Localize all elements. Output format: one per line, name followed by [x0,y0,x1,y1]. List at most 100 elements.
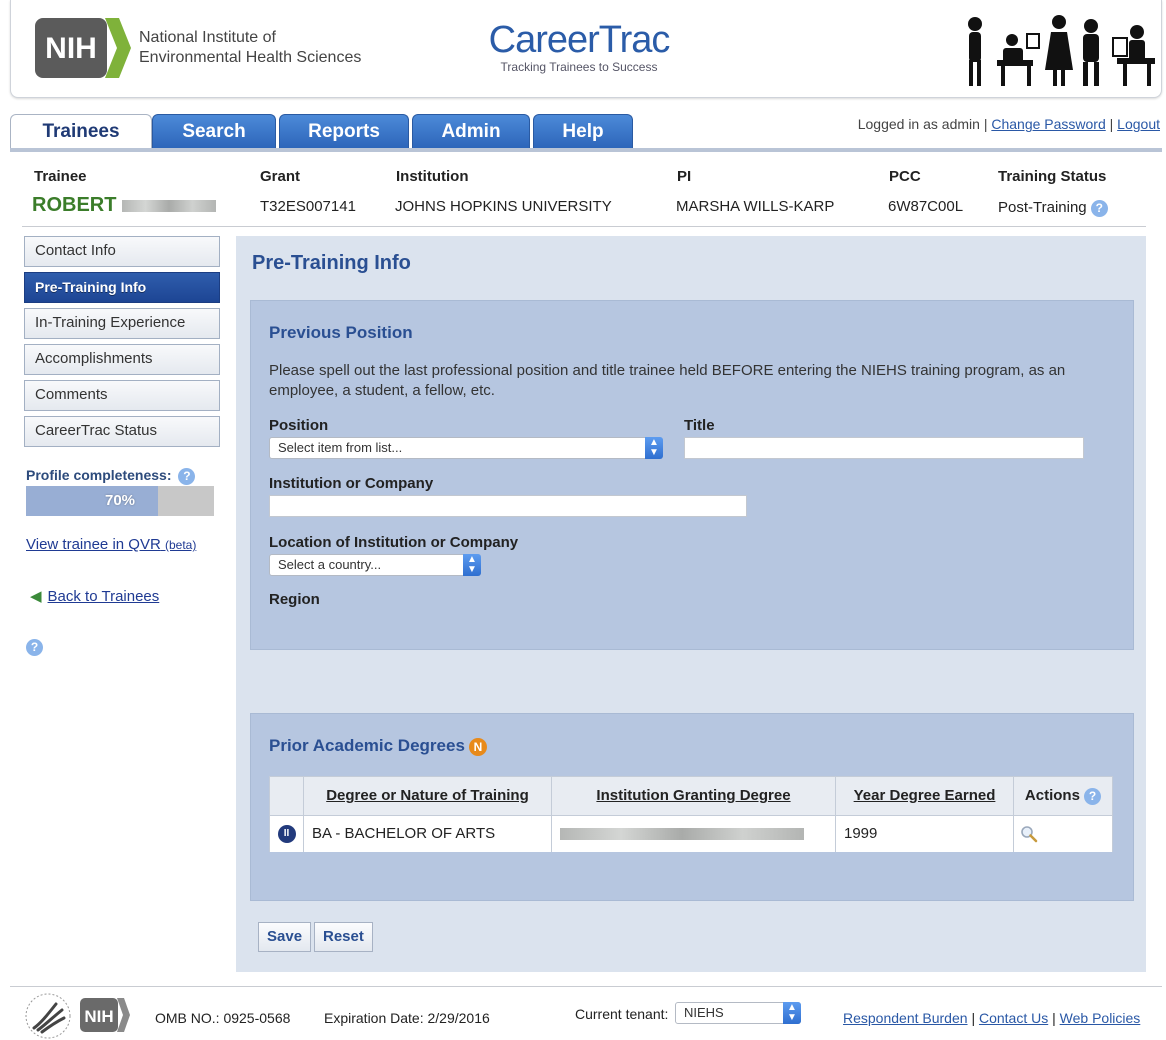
region-label: Region [269,591,320,608]
help-icon[interactable]: ? [26,638,43,656]
pi-value: MARSHA WILLS-KARP [676,198,835,215]
column-header-year[interactable]: Year Degree Earned [836,777,1014,815]
tab-underline [10,148,1162,152]
position-instructions: Please spell out the last professional p… [269,362,1066,399]
site-footer: NIH OMB NO.: 0925-0568 Expiration Date: … [0,990,1166,1040]
training-status-text: Post-Training [998,199,1087,216]
trainee-first-name: ROBERT [32,194,117,216]
institution-value: JOHNS HOPKINS UNIVERSITY [395,198,612,215]
row-year: 1999 [836,815,1014,852]
table-header-blank [270,777,304,815]
sidebar-item-contact-info[interactable]: Contact Info [24,236,220,267]
title-input[interactable] [684,437,1084,459]
institution-company-input[interactable] [269,495,747,517]
header-training-status: Training Status [998,168,1107,185]
qvr-link-wrap: View trainee in QVR (beta) [26,536,196,553]
prior-degrees-title-text: Prior Academic Degrees [269,736,465,755]
header-institution: Institution [396,168,469,185]
row-actions [1014,815,1112,852]
omb-number: OMB NO.: 0925-0568 [155,1010,291,1026]
actions-header-text: Actions [1024,787,1080,804]
position-select[interactable]: Select item from list... ▲ ▼ [269,437,663,459]
header-pcc: PCC [889,168,921,185]
redacted-institution [560,828,804,841]
institute-name: National Institute of Environmental Heal… [139,28,361,68]
institute-line1: National Institute of [139,29,276,46]
prior-degrees-panel: Prior Academic Degrees N Degree or Nature… [250,713,1134,901]
select-arrows-icon: ▲ ▼ [463,554,481,576]
logout-link[interactable]: Logout [1117,116,1160,132]
nih-logo: NIH [35,18,131,78]
previous-position-title: Previous Position [269,323,413,342]
training-status-value: Post-Training ? [998,199,1108,217]
back-link-wrap: ◀ Back to Trainees [30,587,159,605]
help-icon[interactable]: ? [178,467,196,485]
arrow-left-icon: ◀ [30,588,42,605]
app-title: CareerTrac [488,19,671,61]
profile-completeness-text: Profile completeness: [26,467,172,483]
view-qvr-link[interactable]: View trainee in QVR (beta) [26,536,196,553]
institution-company-label: Institution or Company [269,475,434,492]
column-header-degree[interactable]: Degree or Nature of Training [304,777,552,815]
header-trainee: Trainee [34,168,87,185]
footer-divider [10,986,1162,987]
beta-label: (beta) [164,538,197,552]
web-policies-link[interactable]: Web Policies [1060,1010,1141,1026]
row-institution [552,815,836,852]
grant-value: T32ES007141 [260,198,356,215]
position-select-value: Select item from list... [278,440,403,455]
hhs-seal-icon [25,993,71,1039]
column-header-institution[interactable]: Institution Granting Degree [552,777,836,815]
expiration-date: Expiration Date: 2/29/2016 [324,1010,490,1026]
sort-degree-link[interactable]: Degree or Nature of Training [326,787,529,804]
profile-completeness-label: Profile completeness: ? [26,467,196,485]
site-header: NIH National Institute of Environmental … [10,0,1162,98]
sidebar-item-comments[interactable]: Comments [24,380,220,411]
degrees-table: Degree or Nature of Training Institution… [269,776,1113,852]
login-separator-2: | [1109,116,1114,132]
country-select[interactable]: Select a country... ▲ ▼ [269,554,481,576]
tab-help[interactable]: Help [533,114,633,150]
profile-progress-bar: 70% [26,486,214,516]
table-row-handle[interactable]: II [270,815,304,852]
sidebar-item-in-training-experience[interactable]: In-Training Experience [24,308,220,339]
trainee-divider [22,226,1146,227]
sidebar-item-pre-training-info[interactable]: Pre-Training Info [24,272,220,303]
magnifier-icon[interactable] [1020,825,1038,843]
logged-in-text: Logged in as admin [857,116,980,132]
tab-trainees[interactable]: Trainees [10,114,152,152]
tab-admin[interactable]: Admin [412,114,530,150]
sidebar-item-accomplishments[interactable]: Accomplishments [24,344,220,375]
change-password-link[interactable]: Change Password [991,116,1105,132]
sidebar-item-careertrac-status[interactable]: CareerTrac Status [24,416,220,447]
new-badge-icon: N [468,737,487,756]
app-tagline: Tracking Trainees to Success [500,60,658,74]
help-icon[interactable]: ? [1084,787,1102,805]
sort-institution-link[interactable]: Institution Granting Degree [596,787,790,804]
tenant-select-value: NIEHS [684,1005,724,1020]
help-icon[interactable]: ? [1090,199,1108,217]
title-label: Title [684,417,715,434]
column-header-actions: Actions ? [1014,777,1112,815]
view-qvr-text: View trainee in QVR [26,536,161,553]
back-to-trainees-link[interactable]: Back to Trainees [48,588,160,605]
previous-position-panel: Previous Position Please spell out the l… [250,300,1134,650]
tab-reports[interactable]: Reports [279,114,409,150]
profile-progress-text: 70% [104,492,136,509]
prior-degrees-title: Prior Academic Degrees N [269,736,487,756]
reset-button[interactable]: Reset [314,922,373,952]
footer-separator: | [971,1010,976,1026]
footer-separator-2: | [1052,1010,1056,1026]
select-arrows-icon: ▲ ▼ [783,1002,801,1024]
careertrac-logo: CareerTrac Tracking Trainees to Success [479,20,679,74]
tab-search[interactable]: Search [152,114,276,150]
sort-year-link[interactable]: Year Degree Earned [854,787,996,804]
location-label: Location of Institution or Company [269,534,519,551]
position-label: Position [269,417,329,434]
login-status: Logged in as admin | Change Password | L… [858,116,1160,132]
contact-us-link[interactable]: Contact Us [979,1010,1048,1026]
respondent-burden-link[interactable]: Respondent Burden [843,1010,968,1026]
tenant-select[interactable]: NIEHS ▲ ▼ [675,1002,801,1024]
pause-icon[interactable]: II [277,825,296,844]
save-button[interactable]: Save [258,922,312,952]
